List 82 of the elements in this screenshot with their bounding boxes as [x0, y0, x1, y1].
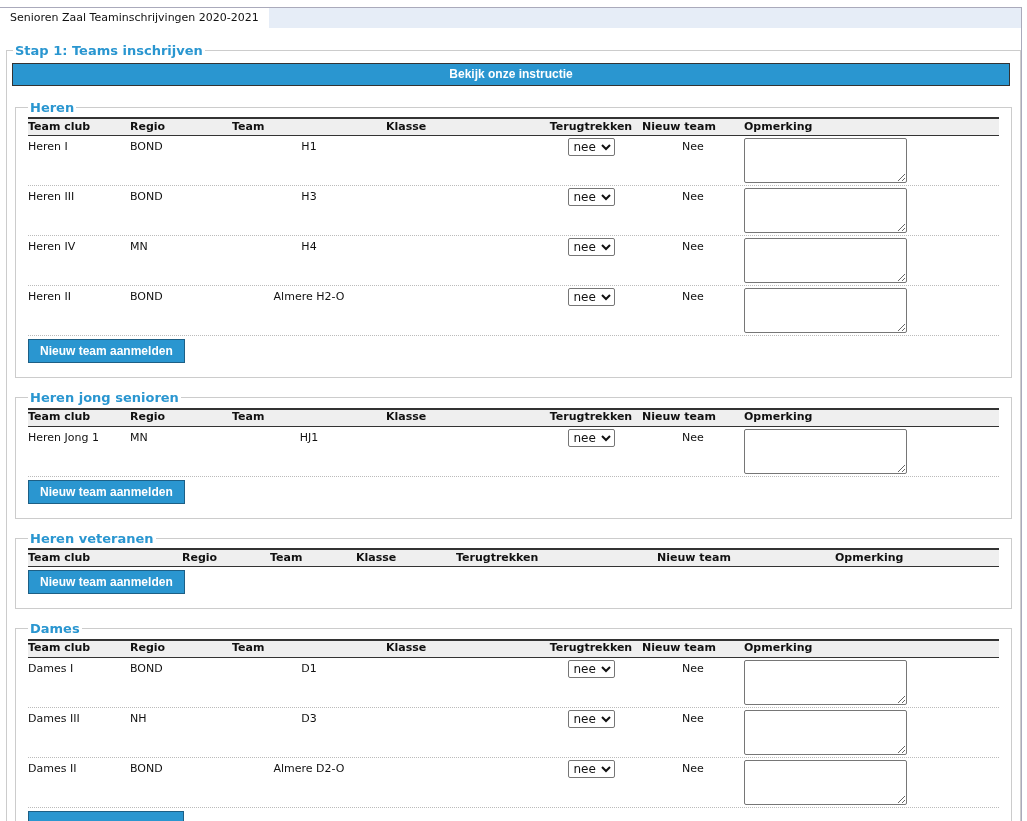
- table-cell-text: Heren IV: [28, 239, 77, 255]
- table-cell-text: Nee: [682, 139, 704, 155]
- column-header: Terugtrekken: [548, 409, 634, 426]
- remark-field[interactable]: [744, 138, 907, 183]
- table-cell-text: Dames II: [28, 760, 78, 777]
- table-cell-text: Heren III: [28, 189, 76, 205]
- remark-field[interactable]: [744, 759, 907, 805]
- column-header: Klasse: [386, 640, 428, 657]
- withdraw-select[interactable]: nee: [567, 188, 615, 206]
- table-cell-text: Heren Jong 1: [28, 429, 100, 446]
- remark-field[interactable]: [744, 288, 907, 333]
- column-header: Regio: [130, 118, 167, 135]
- column-header: Team club: [28, 409, 92, 426]
- column-header: Klasse: [386, 409, 428, 426]
- table-cell-text: Almere H2-O: [273, 289, 345, 305]
- table-cell-text: Heren I: [28, 139, 69, 155]
- table-cell-text: Dames I: [28, 660, 75, 677]
- column-header: Terugtrekken: [548, 118, 634, 135]
- column-header: Team club: [28, 640, 92, 657]
- table-cell-text: NH: [130, 710, 148, 727]
- remark-field[interactable]: [744, 428, 907, 474]
- withdraw-select[interactable]: nee: [567, 659, 615, 678]
- column-header: Regio: [130, 640, 167, 657]
- column-header: Regio: [182, 549, 219, 566]
- withdraw-select[interactable]: nee: [567, 288, 615, 306]
- section-title: Heren veteranen: [29, 529, 155, 548]
- column-header: Terugtrekken: [548, 640, 634, 657]
- column-header: Opmerking: [744, 409, 814, 426]
- table-cell-text: Almere D2-O: [273, 760, 345, 777]
- withdraw-select[interactable]: nee: [567, 238, 615, 256]
- table-cell-text: BOND: [130, 760, 164, 777]
- table-cell-text: BOND: [130, 139, 164, 155]
- column-header: Opmerking: [744, 640, 814, 657]
- column-header: Nieuw team: [657, 549, 732, 566]
- table-cell-text: H4: [301, 239, 317, 255]
- table-cell-text: D1: [301, 660, 317, 677]
- column-header: Team: [270, 549, 304, 566]
- section-title: Heren jong senioren: [29, 389, 180, 407]
- table-cell-text: BOND: [130, 189, 164, 205]
- table-cell-text: H1: [301, 139, 317, 155]
- column-header: Klasse: [356, 549, 398, 566]
- column-header: Team: [232, 409, 266, 426]
- column-header: Nieuw team: [642, 640, 717, 657]
- table-cell-text: Nee: [682, 429, 704, 446]
- remark-field[interactable]: [744, 188, 907, 233]
- table-cell-text: HJ1: [299, 429, 319, 446]
- column-header: Team club: [28, 118, 92, 135]
- withdraw-select[interactable]: nee: [567, 709, 615, 728]
- section-title: Heren: [29, 98, 76, 117]
- column-header: Opmerking: [744, 118, 814, 135]
- column-header: Team: [232, 118, 266, 135]
- column-header: Klasse: [386, 118, 428, 135]
- table-cell-text: Nee: [682, 660, 704, 677]
- column-header: Team club: [28, 549, 92, 566]
- withdraw-select[interactable]: nee: [567, 428, 615, 447]
- column-header: Nieuw team: [642, 409, 717, 426]
- column-header: Team: [232, 640, 266, 657]
- section-title: Dames: [29, 620, 81, 638]
- column-header: Regio: [130, 409, 167, 426]
- withdraw-select[interactable]: nee: [567, 759, 615, 778]
- table-cell-text: Nee: [682, 289, 704, 305]
- step-title: Stap 1: Teams inschrijven: [14, 42, 204, 60]
- column-header: Terugtrekken: [456, 549, 540, 566]
- table-cell-text: D3: [301, 710, 317, 727]
- table-cell-text: MN: [130, 429, 149, 446]
- table-cell-text: Heren II: [28, 289, 73, 305]
- withdraw-select[interactable]: nee: [567, 138, 615, 156]
- table-cell-text: BOND: [130, 289, 164, 305]
- table-cell-text: Dames III: [28, 710, 81, 727]
- remark-field[interactable]: [744, 659, 907, 705]
- table-cell-text: MN: [130, 239, 149, 255]
- remark-field[interactable]: [744, 238, 907, 283]
- column-header: Opmerking: [835, 549, 905, 566]
- remark-field[interactable]: [744, 709, 907, 755]
- table-cell-text: Nee: [682, 760, 704, 777]
- page-tab[interactable]: Senioren Zaal Teaminschrijvingen 2020-2021: [0, 8, 269, 28]
- table-cell-text: Nee: [682, 189, 704, 205]
- column-header: Nieuw team: [642, 118, 717, 135]
- table-cell-text: BOND: [130, 660, 164, 677]
- table-cell-text: Nee: [682, 239, 704, 255]
- table-cell-text: Nee: [682, 710, 704, 727]
- table-cell-text: H3: [301, 189, 317, 205]
